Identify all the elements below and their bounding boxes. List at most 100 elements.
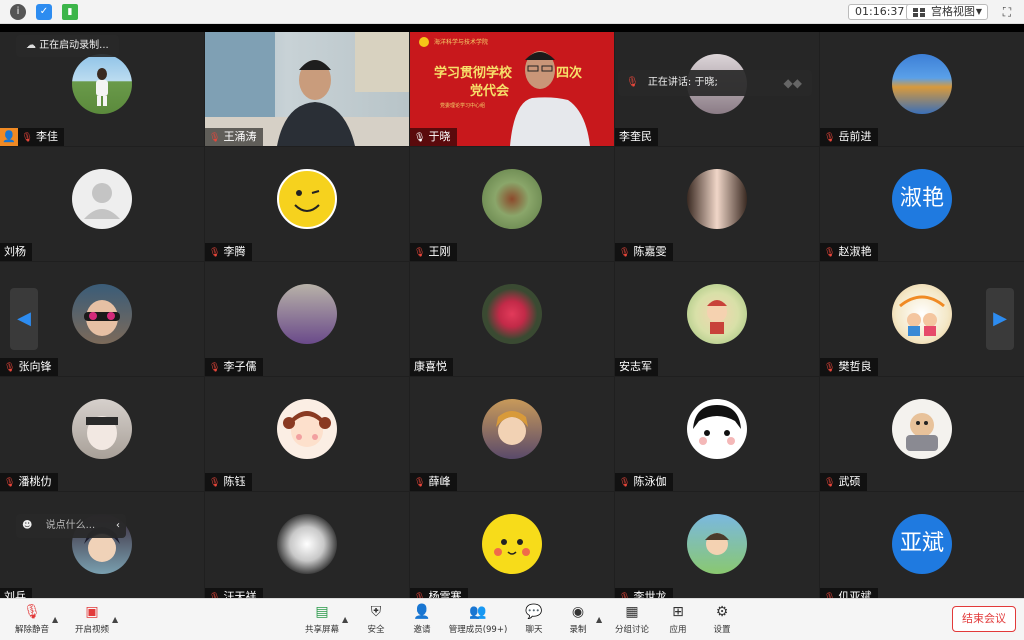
view-mode-dropdown[interactable]: 宫格视图 ▼ (906, 4, 988, 20)
participant-tile[interactable]: 亚斌 🎙 仉亚斌 (820, 492, 1024, 606)
settings-button[interactable]: ⚙ 设置 (692, 603, 752, 639)
participant-grid: 👤 🎙 李佳 🎙 王涌涛 海洋科学与技术学院 学习贯彻学校 四次 党代会 党委理… (0, 32, 1024, 606)
banner-headline-2: 四次 (556, 66, 583, 81)
mic-muted-icon: 🎙 (824, 133, 836, 143)
recording-status-text: 正在启动录制... (39, 40, 109, 51)
signal-icon[interactable]: ▮ (62, 4, 78, 20)
active-speaker-text: 正在讲话: 于晓; (647, 77, 718, 88)
chat-placeholder: 说点什么... (45, 520, 96, 531)
participant-name: 陈钰 (223, 475, 246, 488)
chevron-up-icon[interactable]: ▲ (52, 615, 58, 624)
participant-tile[interactable]: 🎙 武硕 (820, 377, 1024, 491)
mic-muted-icon: 🎙 (619, 478, 631, 488)
participant-tile[interactable]: 🎙 陈泳伽 (615, 377, 819, 491)
participant-tile[interactable]: 刘兵 (0, 492, 204, 606)
mic-muted-icon: 🎙 (4, 363, 16, 373)
info-icon[interactable]: i (10, 4, 26, 20)
participant-avatar (277, 514, 337, 574)
participant-nameplate: 🎙 陈泳伽 (615, 473, 673, 491)
pikachu-avatar-icon (482, 514, 542, 574)
participant-nameplate: 🎙 李腾 (205, 243, 252, 261)
participant-tile[interactable]: 🎙 岳前进 (820, 32, 1024, 146)
participant-name: 李佳 (36, 130, 58, 143)
chevron-left-icon[interactable]: ‹ (116, 514, 120, 538)
emoji-icon[interactable]: ☻ (22, 520, 32, 531)
fullscreen-icon[interactable]: ⛶ (998, 4, 1016, 20)
mic-muted-icon: 🎙 (414, 248, 426, 258)
participant-tile[interactable]: 🎙 陈嘉雯 (615, 147, 819, 261)
participant-nameplate: 🎙 张向锋 (0, 358, 58, 376)
mic-muted-icon: 🎙 (209, 133, 221, 143)
participant-name: 李奎民 (619, 130, 652, 143)
invite-button[interactable]: 👤 邀请 (392, 603, 452, 639)
top-bar: i ✓ ▮ 01:16:37 宫格视图 ▼ ⛶ (0, 0, 1024, 24)
participant-nameplate: 🎙 王涌涛 (205, 128, 263, 146)
next-page-button[interactable]: ▶ (986, 288, 1014, 350)
participant-tile[interactable]: 海洋科学与技术学院 学习贯彻学校 四次 党代会 党委理论学习中心组 🎙 于晓 (410, 32, 614, 146)
participant-name: 刘杨 (4, 245, 26, 258)
participant-nameplate: 🎙 赵淑艳 (820, 243, 878, 261)
participant-tile[interactable]: 淑艳 🎙 赵淑艳 (820, 147, 1024, 261)
mic-muted-icon: 🎙 (824, 478, 836, 488)
participant-nameplate: 李奎民 (615, 128, 658, 146)
top-strip (0, 24, 1024, 32)
participant-name: 陈泳伽 (633, 475, 667, 488)
active-speaker-indicator: 🎙 正在讲话: 于晓; ◆◆ (618, 70, 812, 96)
mic-muted-icon: 🎙 (209, 248, 221, 258)
gear-icon: ⚙ (715, 604, 729, 620)
participant-nameplate: 🎙 潘桃仂 (0, 473, 58, 491)
participant-nameplate: 🎙 武硕 (820, 473, 867, 491)
participant-avatar (687, 169, 747, 229)
participant-tile[interactable]: 🎙 杨雪寒 (410, 492, 614, 606)
banner-headline-3: 党代会 (470, 84, 510, 99)
mic-on-icon: 🎙 (414, 133, 426, 143)
mic-muted-icon: 🎙 (626, 77, 639, 88)
participant-avatar (482, 284, 542, 344)
participant-tile[interactable]: 🎙 潘桃仂 (0, 377, 204, 491)
participant-name: 潘桃仂 (18, 475, 52, 488)
participant-avatar (72, 54, 132, 114)
participant-tile[interactable]: 🎙 李子儒 (205, 262, 409, 376)
participant-tile[interactable]: 🎙 陈钰 (205, 377, 409, 491)
previous-page-button[interactable]: ◀ (10, 288, 38, 350)
participant-nameplate: 🎙 岳前进 (820, 128, 878, 146)
participant-name: 李腾 (223, 245, 246, 258)
participant-tile[interactable]: 🎙 王刚 (410, 147, 614, 261)
participant-nameplate: 🎙 于晓 (410, 128, 457, 146)
collapse-icon[interactable]: ◆◆ (784, 70, 802, 96)
chat-input-bubble[interactable]: ☻ 说点什么... ‹ (16, 514, 126, 538)
participant-tile[interactable]: 🎙 汪天祥 (205, 492, 409, 606)
mic-muted-icon: 🎙 (209, 363, 221, 373)
participant-name: 李子儒 (223, 360, 257, 373)
participant-tile[interactable]: 🎙 李腾 (205, 147, 409, 261)
banner-school: 海洋科学与技术学院 (434, 39, 489, 46)
mic-muted-icon: 🎙 (824, 363, 836, 373)
participant-avatar (72, 399, 132, 459)
participant-name: 康喜悦 (414, 360, 447, 373)
video-off-icon: ▣ (85, 604, 99, 620)
participant-avatar (687, 514, 747, 574)
banner-headline-1: 学习贯彻学校 (434, 66, 513, 81)
participant-name: 岳前进 (838, 130, 872, 143)
mic-muted-icon: 🎙 (824, 248, 836, 258)
end-meeting-button[interactable]: 结束会议 (952, 606, 1016, 632)
mic-muted-icon: 🎙 (209, 478, 221, 488)
shield-icon[interactable]: ✓ (36, 4, 52, 20)
participant-nameplate: 🎙 薛峰 (410, 473, 457, 491)
add-user-icon: 👤 (413, 604, 431, 620)
participant-tile[interactable]: 安志军 (615, 262, 819, 376)
share-screen-icon: ▤ (315, 604, 329, 620)
mic-muted-icon: 🎙 (21, 133, 33, 143)
participant-avatar (72, 284, 132, 344)
manage-members-button[interactable]: 👥 管理成员(99+) (448, 603, 508, 639)
participant-tile[interactable]: 康喜悦 (410, 262, 614, 376)
chevron-up-icon[interactable]: ▲ (112, 615, 118, 624)
participant-nameplate: 🎙 王刚 (410, 243, 457, 261)
participant-name: 薛峰 (428, 475, 451, 488)
participant-name: 安志军 (619, 360, 652, 373)
participant-tile[interactable]: 🎙 李世龙 (615, 492, 819, 606)
participant-tile[interactable]: 刘杨 (0, 147, 204, 261)
participant-tile[interactable]: 🎙 王涌涛 (205, 32, 409, 146)
participant-tile[interactable]: 🎙 薛峰 (410, 377, 614, 491)
banner-subline: 党委理论学习中心组 (440, 103, 486, 109)
